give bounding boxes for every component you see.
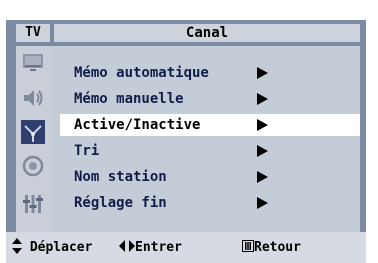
category-sidebar (16, 46, 50, 232)
menu-item-label: Mémo manuelle (74, 91, 184, 107)
move-hint: Déplacer (12, 232, 92, 263)
menu-item-nom-station[interactable]: Nom station (60, 166, 360, 188)
help-bar: Déplacer Entrer Retour (6, 232, 366, 263)
menu-item-label: Nom station (74, 169, 167, 185)
enter-hint: Entrer (119, 232, 182, 263)
up-down-arrows-icon (12, 238, 22, 254)
input-icon[interactable] (21, 192, 45, 216)
left-right-arrows-icon (119, 240, 135, 252)
return-hint: Retour (242, 232, 301, 263)
menu-item-label: Mémo automatique (74, 65, 209, 81)
arrow-right-icon (257, 171, 268, 183)
picture-icon[interactable] (21, 50, 45, 74)
move-label: Déplacer (29, 240, 93, 255)
arrow-right-icon (257, 67, 268, 79)
enter-label: Entrer (135, 240, 182, 255)
menu-item-label: Tri (74, 143, 100, 159)
arrow-right-icon (257, 145, 268, 157)
setup-icon[interactable] (21, 154, 45, 178)
arrow-right-icon (257, 197, 268, 209)
osd-menu: TV Canal Mémo automatique Mémo manuelle … (6, 20, 366, 263)
menu-item-label: Réglage fin (74, 195, 167, 211)
menu-panel: Mémo automatique Mémo manuelle Active/In… (50, 46, 360, 232)
menu-item-active-inactive[interactable]: Active/Inactive (60, 114, 360, 136)
arrow-right-icon (257, 119, 268, 131)
tv-screen: TV Canal Mémo automatique Mémo manuelle … (0, 0, 378, 263)
return-label: Retour (254, 240, 301, 255)
menu-item-memo-automatique[interactable]: Mémo automatique (60, 62, 360, 84)
channel-icon[interactable] (21, 120, 45, 144)
tv-label: TV (16, 24, 50, 42)
menu-item-memo-manuelle[interactable]: Mémo manuelle (60, 88, 360, 110)
arrow-right-icon (257, 93, 268, 105)
sound-icon[interactable] (21, 86, 45, 110)
menu-button-icon (242, 240, 254, 252)
menu-item-label: Active/Inactive (74, 117, 201, 133)
menu-item-reglage-fin[interactable]: Réglage fin (60, 192, 360, 214)
menu-title: Canal (54, 24, 360, 42)
menu-header: TV Canal (6, 20, 366, 46)
menu-item-tri[interactable]: Tri (60, 140, 360, 162)
